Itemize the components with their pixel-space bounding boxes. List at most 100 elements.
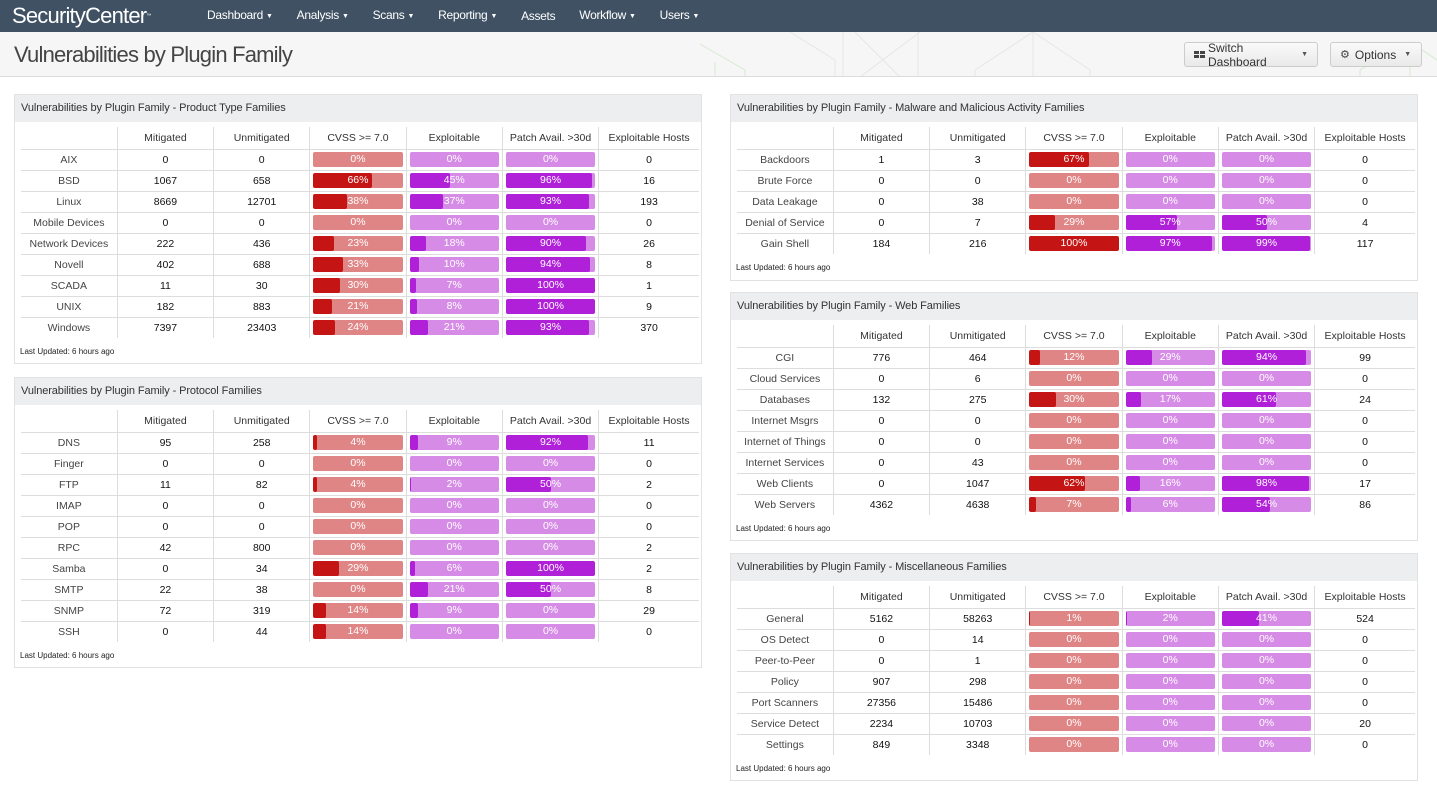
cell-exploitable-hosts[interactable]: 193 (598, 191, 699, 213)
cell-exploitable-hosts[interactable]: 99 (1314, 347, 1415, 369)
cell-mitigated[interactable]: 0 (833, 368, 931, 390)
cvss-progress-bar[interactable]: 0% (1029, 434, 1119, 449)
cell-unmitigated[interactable]: 12701 (213, 191, 311, 213)
patch-progress-bar[interactable]: 0% (1221, 695, 1312, 710)
cell-mitigated[interactable]: 4362 (833, 494, 931, 515)
table-row[interactable]: FTP 11 82 4% 2% 50% 2 (21, 474, 699, 496)
cell-exploitable-hosts[interactable]: 0 (1314, 410, 1415, 432)
cell-mitigated[interactable]: 11 (117, 474, 215, 496)
cvss-progress-bar[interactable]: 21% (313, 299, 403, 314)
cell-exploitable-hosts[interactable]: 1 (598, 275, 699, 297)
cvss-progress-bar[interactable]: 12% (1029, 350, 1119, 365)
table-row[interactable]: UNIX 182 883 21% 8% 100% 9 (21, 296, 699, 318)
patch-progress-bar[interactable]: 0% (505, 498, 596, 513)
cell-exploitable-hosts[interactable]: 8 (598, 254, 699, 276)
exploitable-progress-bar[interactable]: 17% (1125, 392, 1215, 407)
column-header-family[interactable] (21, 410, 118, 433)
exploitable-progress-bar[interactable]: 45% (409, 173, 499, 188)
table-row[interactable]: Internet Services 0 43 0% 0% 0% 0 (737, 452, 1415, 474)
cell-unmitigated[interactable]: 38 (929, 191, 1027, 213)
cell-mitigated[interactable]: 42 (117, 537, 215, 559)
cvss-progress-bar[interactable]: 0% (1029, 413, 1119, 428)
brand-logo[interactable]: SecurityCenter™ (0, 0, 195, 32)
table-row[interactable]: Internet Msgrs 0 0 0% 0% 0% 0 (737, 410, 1415, 432)
column-header-cvss-bar[interactable]: CVSS >= 7.0 (1025, 586, 1123, 609)
column-header-mitigated[interactable]: Mitigated (833, 586, 931, 609)
cell-exploitable-hosts[interactable]: 0 (598, 149, 699, 171)
cell-exploitable-hosts[interactable]: 0 (599, 621, 699, 642)
table-row[interactable]: SNMP 72 319 14% 9% 0% 29 (21, 600, 699, 622)
cell-exploitable-hosts[interactable]: 26 (598, 233, 699, 255)
table-row[interactable]: Databases 132 275 30% 17% 61% 24 (737, 389, 1415, 411)
cell-mitigated[interactable]: 0 (117, 621, 215, 642)
column-header-mitigated[interactable]: Mitigated (117, 127, 215, 150)
cell-unmitigated[interactable]: 23403 (213, 317, 311, 338)
cell-unmitigated[interactable]: 15486 (929, 692, 1027, 714)
table-row[interactable]: Peer-to-Peer 0 1 0% 0% 0% 0 (737, 650, 1415, 672)
cell-unmitigated[interactable]: 82 (213, 474, 311, 496)
cell-unmitigated[interactable]: 216 (929, 233, 1027, 254)
table-row[interactable]: Mobile Devices 0 0 0% 0% 0% 0 (21, 212, 699, 234)
cell-exploitable-hosts[interactable]: 4 (1314, 212, 1415, 234)
cell-mitigated[interactable]: 402 (117, 254, 215, 276)
cvss-progress-bar[interactable]: 4% (313, 435, 403, 450)
cell-unmitigated[interactable]: 44 (213, 621, 311, 642)
cell-unmitigated[interactable]: 7 (929, 212, 1027, 234)
cell-exploitable-hosts[interactable]: 0 (1314, 671, 1415, 693)
cell-unmitigated[interactable]: 658 (213, 170, 311, 192)
column-header-unmitigated[interactable]: Unmitigated (213, 410, 311, 433)
patch-progress-bar[interactable]: 0% (505, 456, 596, 471)
cell-mitigated[interactable]: 907 (833, 671, 931, 693)
patch-progress-bar[interactable]: 50% (1221, 215, 1312, 230)
exploitable-progress-bar[interactable]: 0% (1125, 434, 1215, 449)
cvss-progress-bar[interactable]: 29% (1029, 215, 1119, 230)
table-row[interactable]: Novell 402 688 33% 10% 94% 8 (21, 254, 699, 276)
cell-exploitable-hosts[interactable]: 2 (598, 558, 699, 580)
patch-progress-bar[interactable]: 0% (505, 519, 596, 534)
cvss-progress-bar[interactable]: 0% (1029, 674, 1119, 689)
patch-progress-bar[interactable]: 0% (1221, 455, 1312, 470)
exploitable-progress-bar[interactable]: 8% (409, 299, 499, 314)
cell-exploitable-hosts[interactable]: 0 (1314, 368, 1415, 390)
column-header-mitigated[interactable]: Mitigated (117, 410, 215, 433)
cell-mitigated[interactable]: 5162 (833, 608, 931, 630)
column-header-unmitigated[interactable]: Unmitigated (929, 325, 1027, 348)
column-header-exploitable-bar[interactable]: Exploitable (1122, 325, 1219, 348)
column-header-cvss-bar[interactable]: CVSS >= 7.0 (309, 410, 407, 433)
column-header-exploitable-bar[interactable]: Exploitable (406, 410, 503, 433)
patch-progress-bar[interactable]: 0% (1221, 152, 1312, 167)
cell-exploitable-hosts[interactable]: 0 (1314, 431, 1415, 453)
exploitable-progress-bar[interactable]: 0% (1125, 413, 1215, 428)
patch-progress-bar[interactable]: 0% (505, 603, 596, 618)
cell-mitigated[interactable]: 0 (833, 650, 931, 672)
cell-mitigated[interactable]: 0 (833, 170, 931, 192)
cvss-progress-bar[interactable]: 1% (1029, 611, 1119, 626)
exploitable-progress-bar[interactable]: 0% (1125, 194, 1215, 209)
table-row[interactable]: Linux 8669 12701 38% 37% 93% 193 (21, 191, 699, 213)
cell-unmitigated[interactable]: 6 (929, 368, 1027, 390)
cell-exploitable-hosts[interactable]: 2 (598, 474, 699, 496)
table-row[interactable]: SCADA 11 30 30% 7% 100% 1 (21, 275, 699, 297)
column-header-exploitable-hosts[interactable]: Exploitable Hosts (1314, 586, 1415, 609)
exploitable-progress-bar[interactable]: 0% (409, 215, 499, 230)
table-row[interactable]: Web Clients 0 1047 62% 16% 98% 17 (737, 473, 1415, 495)
exploitable-progress-bar[interactable]: 0% (1125, 674, 1215, 689)
cvss-progress-bar[interactable]: 0% (1029, 653, 1119, 668)
cvss-progress-bar[interactable]: 0% (313, 456, 403, 471)
cvss-progress-bar[interactable]: 24% (313, 320, 403, 336)
patch-progress-bar[interactable]: 94% (1221, 350, 1312, 365)
cell-unmitigated[interactable]: 258 (213, 432, 311, 454)
cell-unmitigated[interactable]: 1047 (929, 473, 1027, 495)
column-header-mitigated[interactable]: Mitigated (833, 127, 931, 150)
cell-unmitigated[interactable]: 464 (929, 347, 1027, 369)
cell-unmitigated[interactable]: 0 (213, 212, 311, 234)
cell-mitigated[interactable]: 0 (117, 516, 215, 538)
patch-progress-bar[interactable]: 92% (505, 435, 596, 450)
cell-mitigated[interactable]: 0 (833, 629, 931, 651)
cell-unmitigated[interactable]: 800 (213, 537, 311, 559)
exploitable-progress-bar[interactable]: 10% (409, 257, 499, 272)
cell-unmitigated[interactable]: 298 (929, 671, 1027, 693)
exploitable-progress-bar[interactable]: 0% (1125, 695, 1215, 710)
cell-mitigated[interactable]: 0 (117, 149, 215, 171)
column-header-unmitigated[interactable]: Unmitigated (213, 127, 311, 150)
